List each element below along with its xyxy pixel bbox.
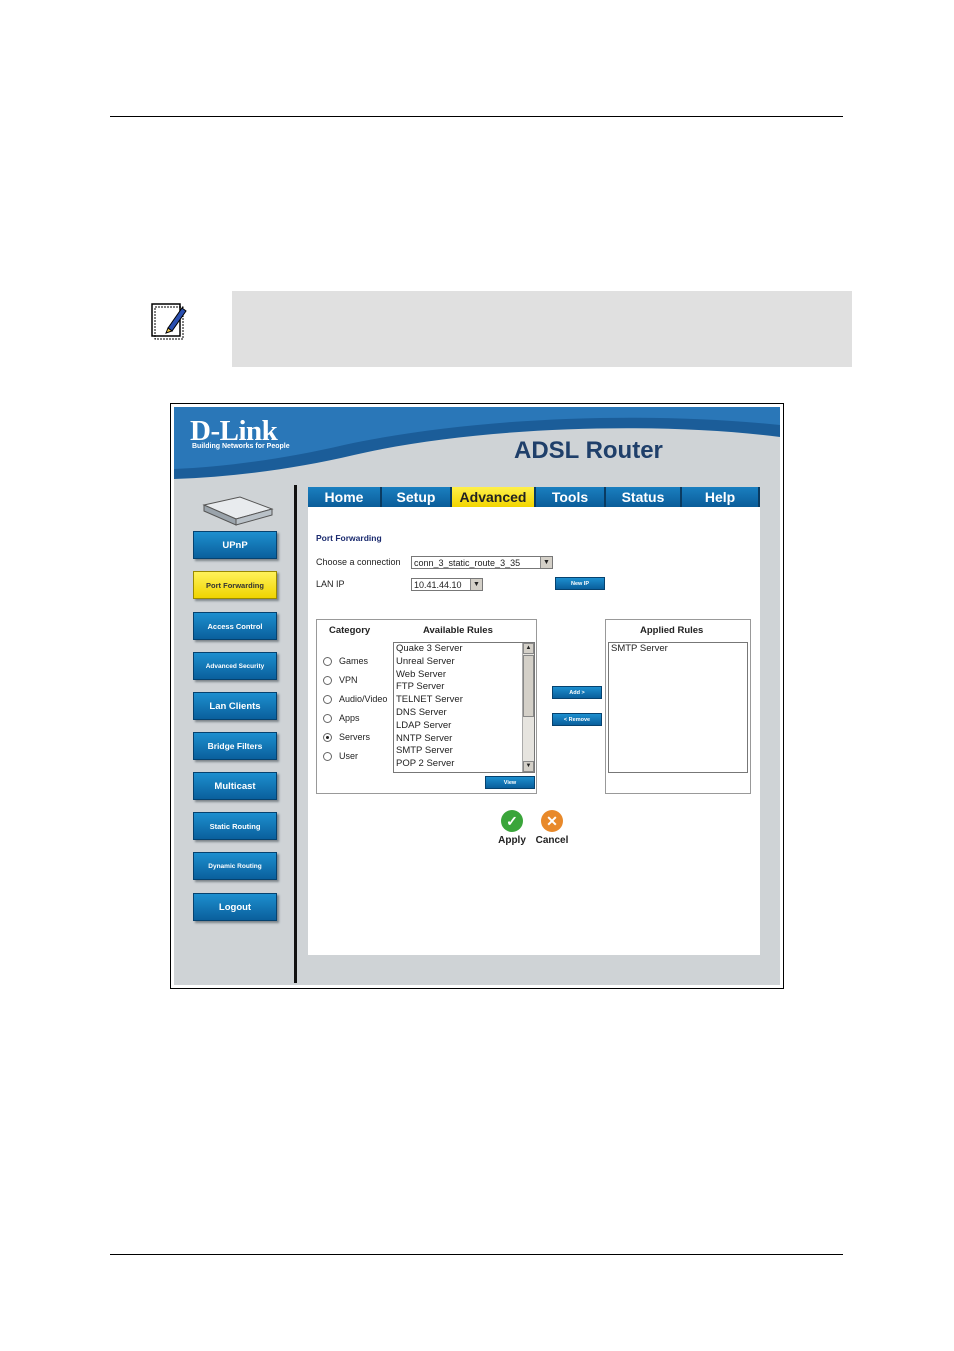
category-audio-video[interactable]: Audio/Video xyxy=(323,694,387,704)
sidebar-item-lan-clients[interactable]: Lan Clients xyxy=(193,692,277,720)
list-item[interactable]: FTP Server xyxy=(394,681,534,694)
chevron-down-icon: ▼ xyxy=(470,579,482,590)
available-rules-list[interactable]: Quake 3 Server Unreal Server Web Server … xyxy=(393,642,535,773)
scroll-up-icon[interactable]: ▲ xyxy=(523,643,534,654)
cancel-label: Cancel xyxy=(535,835,569,846)
rules-group: Category Available Rules Games VPN Audio… xyxy=(316,619,537,794)
sidebar-item-bridge-filters[interactable]: Bridge Filters xyxy=(193,732,277,760)
list-item[interactable]: Web Server xyxy=(394,669,534,682)
sidebar-divider xyxy=(294,485,297,983)
category-user[interactable]: User xyxy=(323,751,358,761)
tab-bar: Home Setup Advanced Tools Status Help xyxy=(308,487,760,507)
available-rules-header: Available Rules xyxy=(423,625,493,636)
scroll-down-icon[interactable]: ▼ xyxy=(523,761,534,772)
list-item[interactable]: TELNET Server xyxy=(394,694,534,707)
add-rule-button[interactable]: Add > xyxy=(552,686,602,699)
category-apps[interactable]: Apps xyxy=(323,713,360,723)
list-item[interactable]: Quake 3 Server xyxy=(394,643,534,656)
lan-ip-select-value: 10.41.44.10 xyxy=(414,580,462,590)
router-screenshot: D-Link Building Networks for People ADSL… xyxy=(170,403,784,989)
lan-ip-select[interactable]: 10.41.44.10 ▼ xyxy=(411,578,483,591)
sidebar-item-port-forwarding[interactable]: Port Forwarding xyxy=(193,571,277,599)
tab-help[interactable]: Help xyxy=(682,487,760,507)
sidebar-item-advanced-security[interactable]: Advanced Security xyxy=(193,652,277,680)
sidebar-item-access-control[interactable]: Access Control xyxy=(193,612,277,640)
sidebar-item-static-routing[interactable]: Static Routing xyxy=(193,812,277,840)
new-ip-button[interactable]: New IP xyxy=(555,577,605,590)
applied-rules-header: Applied Rules xyxy=(640,625,704,636)
sidebar-item-logout[interactable]: Logout xyxy=(193,893,277,921)
list-item[interactable]: SMTP Server xyxy=(609,643,747,656)
cancel-button[interactable]: ✕ Cancel xyxy=(532,810,572,846)
chevron-down-icon: ▼ xyxy=(540,557,552,568)
connection-select[interactable]: conn_3_static_route_3_35 ▼ xyxy=(411,556,553,569)
page-title: Port Forwarding xyxy=(316,533,382,543)
list-item[interactable]: POP 2 Server xyxy=(394,758,534,771)
apply-button[interactable]: ✓ Apply xyxy=(494,810,530,846)
applied-rules-group: Applied Rules SMTP Server xyxy=(605,619,751,794)
list-item[interactable]: Unreal Server xyxy=(394,656,534,669)
tab-home[interactable]: Home xyxy=(308,487,382,507)
checkmark-icon: ✓ xyxy=(501,810,523,832)
router-window: D-Link Building Networks for People ADSL… xyxy=(174,407,780,985)
header-rule xyxy=(110,116,843,117)
connection-select-value: conn_3_static_route_3_35 xyxy=(414,558,521,568)
note-box xyxy=(232,291,852,367)
remove-rule-button[interactable]: < Remove xyxy=(552,713,602,726)
list-item[interactable]: SMTP Server xyxy=(394,745,534,758)
scroll-thumb[interactable] xyxy=(523,655,534,717)
scrollbar[interactable]: ▲ ▼ xyxy=(522,643,534,772)
list-item[interactable]: NNTP Server xyxy=(394,733,534,746)
tab-status[interactable]: Status xyxy=(606,487,682,507)
close-icon: ✕ xyxy=(541,810,563,832)
category-servers[interactable]: Servers xyxy=(323,732,370,742)
product-title: ADSL Router xyxy=(514,437,663,464)
list-item[interactable]: DNS Server xyxy=(394,707,534,720)
category-games[interactable]: Games xyxy=(323,656,368,666)
sidebar-item-multicast[interactable]: Multicast xyxy=(193,772,277,800)
sidebar-item-upnp[interactable]: UPnP xyxy=(193,531,277,559)
lan-ip-label: LAN IP xyxy=(316,579,345,589)
sidebar-item-dynamic-routing[interactable]: Dynamic Routing xyxy=(193,852,277,880)
note-pencil-icon xyxy=(151,303,187,340)
category-vpn[interactable]: VPN xyxy=(323,675,358,685)
footer-rule xyxy=(110,1254,843,1255)
tab-setup[interactable]: Setup xyxy=(382,487,452,507)
apply-label: Apply xyxy=(498,835,526,846)
connection-label: Choose a connection xyxy=(316,557,401,567)
category-header: Category xyxy=(329,625,371,636)
tab-advanced[interactable]: Advanced xyxy=(452,487,536,507)
main-content: Port Forwarding Choose a connection conn… xyxy=(308,507,760,955)
view-button[interactable]: View xyxy=(485,776,535,789)
router-device-icon xyxy=(202,496,274,526)
brand-tagline: Building Networks for People xyxy=(192,443,290,450)
tab-tools[interactable]: Tools xyxy=(536,487,606,507)
list-item[interactable]: LDAP Server xyxy=(394,720,534,733)
applied-rules-list[interactable]: SMTP Server xyxy=(608,642,748,773)
